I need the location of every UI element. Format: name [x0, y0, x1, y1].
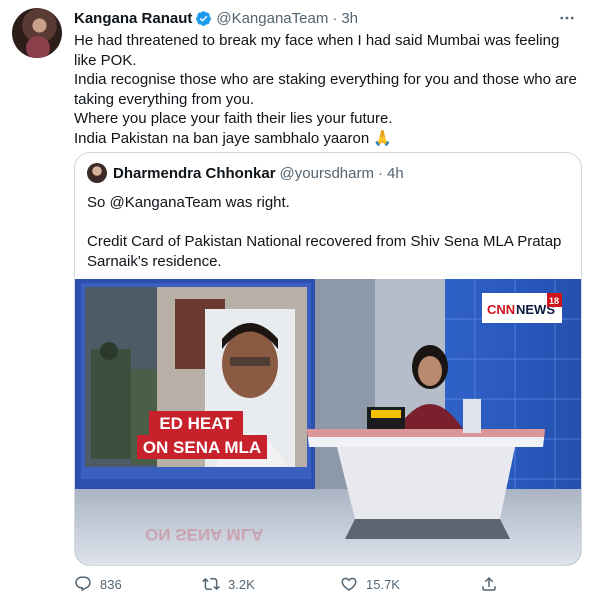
quoted-handle[interactable]: @yoursdharm [280, 165, 374, 182]
tweet[interactable]: Kangana Ranaut @KanganaTeam · 3h He had … [0, 0, 591, 594]
media-headline-2: ON SENA MLA [143, 438, 261, 457]
author-handle[interactable]: @KanganaTeam [216, 10, 328, 27]
share-icon [482, 576, 496, 591]
author-name[interactable]: Kangana Ranaut [74, 10, 192, 27]
tweet-line: He had threatened to break my face when … [74, 32, 560, 69]
quoted-tweet[interactable]: Dharmendra Chhonkar @yoursdharm · 4h So … [74, 152, 582, 566]
more-icon[interactable] [557, 8, 577, 28]
quoted-line: So @KanganaTeam was right. [87, 194, 290, 211]
quoted-line: Credit Card of Pakistan National recover… [87, 233, 562, 270]
tweet-time[interactable]: 3h [341, 10, 358, 27]
tweet-line: India Pakistan na ban jaye sambhalo yaar… [74, 129, 370, 147]
media-headline-1: ED HEAT [159, 414, 233, 433]
tweet-header: Kangana Ranaut @KanganaTeam · 3h [74, 8, 577, 28]
quoted-author-name[interactable]: Dharmendra Chhonkar [113, 165, 276, 182]
channel-logo-cnn: CNN [487, 302, 515, 317]
tweet-line: India recognise those who are staking ev… [74, 71, 577, 108]
reply-count: 836 [100, 576, 122, 592]
share-button[interactable] [480, 575, 506, 593]
quoted-text: So @KanganaTeam was right. Credit Card o… [87, 193, 567, 271]
floor-reflection: ON SENA MLA [145, 525, 263, 544]
tweet-line-last: India Pakistan na ban jaye sambhalo yaar… [74, 129, 579, 149]
separator-dot: · [377, 164, 383, 182]
retweet-button[interactable]: 3.2K [202, 575, 255, 593]
tweet-line: Where you place your faith their lies yo… [74, 110, 393, 127]
author-avatar[interactable] [12, 8, 62, 58]
quoted-time[interactable]: 4h [387, 165, 404, 182]
separator-dot: · [332, 9, 338, 27]
quoted-media-image[interactable]: ED HEAT ON SENA MLA CNN NEWS 18 ON SENA … [75, 279, 581, 565]
news-studio-image: ED HEAT ON SENA MLA CNN NEWS 18 ON SENA … [75, 279, 581, 565]
like-button[interactable]: 15.7K [340, 575, 400, 593]
channel-logo-number: 18 [549, 296, 559, 306]
quoted-header: Dharmendra Chhonkar @yoursdharm · 4h [87, 163, 404, 183]
quoted-avatar[interactable] [87, 163, 107, 183]
folded-hands-emoji: 🙏 [373, 129, 393, 147]
reply-button[interactable]: 836 [74, 575, 122, 593]
retweet-icon [202, 577, 220, 591]
tweet-text: He had threatened to break my face when … [74, 31, 579, 148]
like-count: 15.7K [366, 576, 400, 592]
tweet-actions: 836 3.2K 15.7K [74, 574, 514, 594]
heart-icon [341, 577, 357, 591]
reply-icon [75, 576, 91, 592]
retweet-count: 3.2K [228, 576, 255, 592]
verified-badge-icon [196, 10, 212, 26]
